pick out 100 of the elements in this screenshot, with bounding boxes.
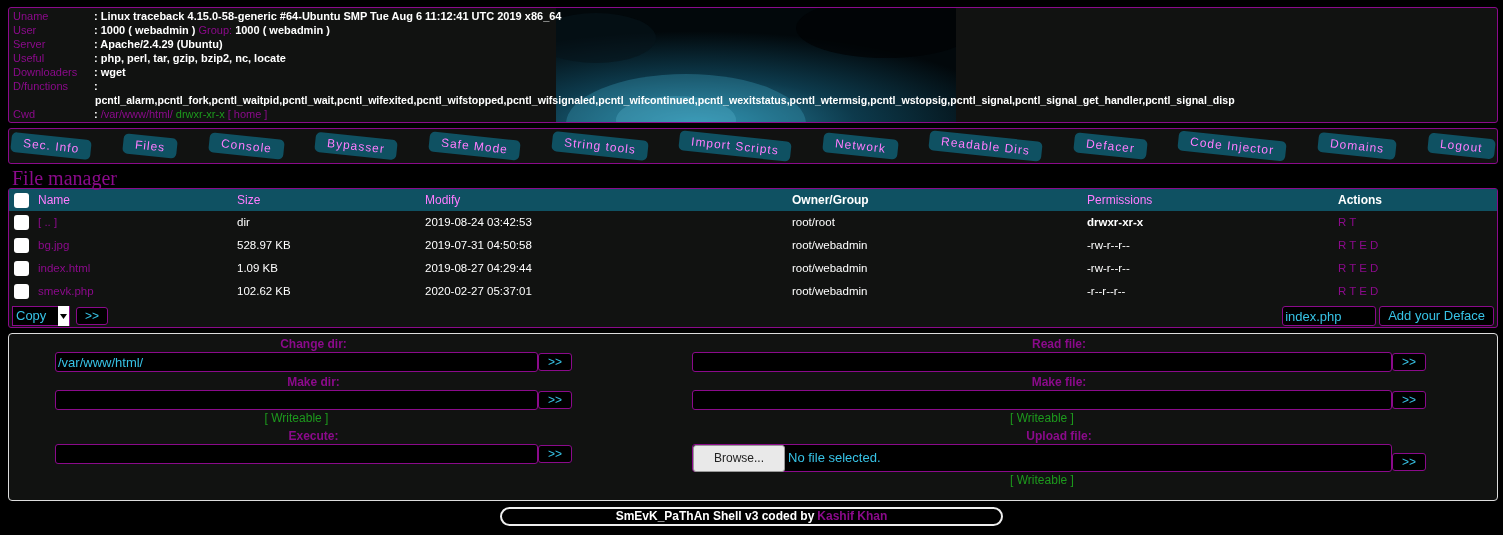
- checkbox[interactable]: [14, 215, 29, 231]
- home-link[interactable]: [ home ]: [227, 107, 268, 121]
- info-label: Downloaders: [13, 65, 79, 79]
- caret-icon: [58, 306, 69, 326]
- column-sort-link[interactable]: Modify: [425, 193, 461, 207]
- go-button[interactable]: >>: [1392, 391, 1426, 409]
- nav-tab[interactable]: Domains: [1317, 131, 1398, 161]
- action-link[interactable]: D: [1370, 284, 1379, 297]
- file-upload-field[interactable]: Browse... No file selected.: [692, 444, 1392, 472]
- column-sort-link[interactable]: Permissions: [1087, 193, 1153, 207]
- info-value: : 1000 ( webadmin ): [94, 23, 196, 37]
- filename-field[interactable]: index.php: [1282, 306, 1377, 326]
- info-value: : Linux traceback 4.15.0-58-generic #64-Ubuntu SMP Tue Aug 6 11:12:41 UTC 2019 x86_64: [94, 9, 562, 23]
- column-sort-link[interactable]: Name: [38, 193, 70, 207]
- action-link[interactable]: T: [1349, 215, 1357, 228]
- file-link[interactable]: smevk.php: [38, 284, 94, 297]
- checkbox[interactable]: [14, 261, 29, 277]
- field-label: Upload file:: [1025, 428, 1093, 444]
- nav-tab[interactable]: Logout: [1427, 132, 1496, 160]
- info-value: :: [94, 79, 98, 93]
- go-button[interactable]: >>: [538, 353, 572, 371]
- checkbox[interactable]: [14, 284, 29, 300]
- go-button[interactable]: >>: [1392, 353, 1426, 371]
- field-label: Change dir:: [279, 336, 348, 352]
- column-header: Owner/Group: [792, 193, 869, 207]
- field-label: Execute:: [287, 428, 340, 444]
- nav-tab[interactable]: String tools: [550, 131, 649, 161]
- info-label: Server: [13, 37, 47, 51]
- table-cell: 2019-08-24 03:42:53: [425, 215, 532, 228]
- section-title: File manager: [12, 168, 118, 188]
- browse-button[interactable]: Browse...: [693, 444, 785, 472]
- permissions-text: -r--r--r--: [1087, 284, 1126, 297]
- nav-tab[interactable]: Import Scripts: [678, 130, 792, 162]
- info-value: : php, perl, tar, gzip, bzip2, nc, locate: [94, 51, 286, 65]
- nav-tab[interactable]: Network: [821, 132, 899, 160]
- action-link[interactable]: R: [1338, 238, 1347, 251]
- action-link[interactable]: E: [1359, 238, 1367, 251]
- info-label: Useful: [13, 51, 46, 65]
- table-cell: 102.62 KB: [237, 284, 291, 297]
- action-dropdown[interactable]: Copy: [12, 306, 70, 326]
- go-button[interactable]: >>: [1392, 453, 1426, 471]
- nav-tab[interactable]: Files: [122, 133, 179, 159]
- go-button[interactable]: >>: [538, 445, 572, 463]
- field-label: Make dir:: [286, 374, 341, 390]
- column-header: Actions: [1338, 193, 1382, 207]
- nav-tab[interactable]: Bypasser: [314, 131, 399, 161]
- checkbox[interactable]: [14, 238, 29, 254]
- info-value: : Apache/2.4.29 (Ubuntu): [94, 37, 223, 51]
- text-field[interactable]: [55, 444, 538, 464]
- text-field[interactable]: [692, 390, 1392, 410]
- action-link[interactable]: E: [1359, 284, 1367, 297]
- table-cell: root/root: [792, 215, 835, 228]
- info-value: : wget: [94, 65, 126, 79]
- field-label: Read file:: [1031, 336, 1087, 352]
- status-text: [ Writeable ]: [1009, 410, 1075, 426]
- action-link[interactable]: R: [1338, 284, 1347, 297]
- action-link[interactable]: T: [1349, 238, 1357, 251]
- nav-tab[interactable]: Sec. Info: [10, 131, 93, 161]
- action-link[interactable]: R: [1338, 261, 1347, 274]
- file-link[interactable]: bg.jpg: [38, 238, 70, 251]
- checkbox[interactable]: [14, 193, 29, 209]
- status-text: [ Writeable ]: [1009, 472, 1075, 488]
- text-field[interactable]: [55, 390, 538, 410]
- table-cell: 2019-07-31 04:50:58: [425, 238, 532, 251]
- permissions-text: drwxr-xr-x: [1087, 215, 1144, 228]
- nav-tab[interactable]: Defacer: [1073, 132, 1148, 160]
- info-value: :: [94, 107, 98, 121]
- table-cell: 1.09 KB: [237, 261, 278, 274]
- action-link[interactable]: T: [1349, 284, 1357, 297]
- text-field[interactable]: /var/www/html/: [55, 352, 538, 372]
- info-label: User: [13, 23, 38, 37]
- nav-tab[interactable]: Code Injector: [1177, 130, 1288, 162]
- action-link[interactable]: D: [1370, 261, 1379, 274]
- table-cell: root/webadmin: [792, 261, 868, 274]
- text-field[interactable]: [692, 352, 1392, 372]
- file-link[interactable]: [ .. ]: [38, 215, 58, 228]
- info-label: Cwd: [13, 107, 36, 121]
- info-value: 1000 ( webadmin ): [235, 23, 330, 37]
- action-link[interactable]: T: [1349, 261, 1357, 274]
- column-sort-link[interactable]: Size: [237, 193, 261, 207]
- info-label: Group:: [198, 23, 233, 37]
- path-link[interactable]: /var/www/html/: [100, 107, 173, 121]
- permissions-text: -rw-r--r--: [1087, 261, 1130, 274]
- deface-button[interactable]: Add your Deface: [1379, 306, 1494, 326]
- nav-tab[interactable]: Safe Mode: [428, 131, 521, 161]
- go-button[interactable]: >>: [76, 307, 108, 325]
- action-link[interactable]: R: [1338, 215, 1347, 228]
- table-cell: root/webadmin: [792, 238, 868, 251]
- author-link[interactable]: Kashif Khan: [817, 509, 888, 523]
- nav-tab[interactable]: Console: [207, 132, 285, 160]
- nav-tab[interactable]: Readable Dirs: [928, 130, 1044, 162]
- action-link[interactable]: D: [1370, 238, 1379, 251]
- permissions-text: -rw-r--r--: [1087, 238, 1130, 251]
- file-link[interactable]: index.html: [38, 261, 91, 274]
- status-text: [ Writeable ]: [263, 410, 330, 426]
- go-button[interactable]: >>: [538, 391, 572, 409]
- info-label: Uname: [13, 9, 50, 23]
- action-link[interactable]: E: [1359, 261, 1367, 274]
- table-cell: root/webadmin: [792, 284, 868, 297]
- field-label: Make file:: [1030, 374, 1088, 390]
